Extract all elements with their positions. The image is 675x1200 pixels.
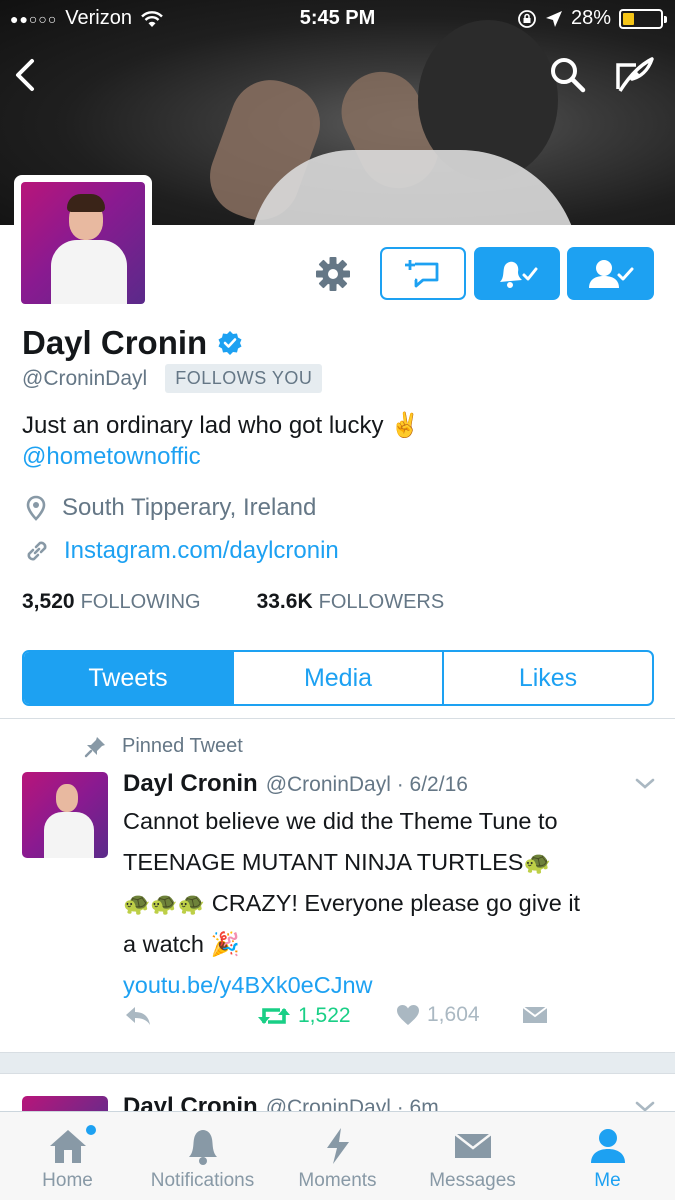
search-icon bbox=[551, 58, 586, 93]
message-plus-icon bbox=[405, 259, 439, 287]
chevron-down-icon bbox=[635, 778, 655, 789]
tweet-line: Cannot believe we did the Theme Tune to bbox=[123, 808, 558, 834]
tweet-line-text: CRAZY! Everyone please go give it bbox=[211, 890, 581, 916]
heart-icon bbox=[397, 1005, 419, 1025]
envelope-icon bbox=[522, 1006, 548, 1023]
profile-handle: @CroninDayl bbox=[22, 366, 148, 390]
pinned-label-text: Pinned Tweet bbox=[122, 735, 243, 757]
tabbar-notifications-label: Notifications bbox=[150, 1170, 255, 1191]
direct-message-button[interactable] bbox=[380, 247, 466, 300]
profile-bio: Just an ordinary lad who got lucky ✌️ @h… bbox=[22, 410, 420, 472]
search-button[interactable] bbox=[548, 55, 588, 95]
tabbar-messages-label: Messages bbox=[429, 1170, 516, 1191]
battery-icon bbox=[619, 8, 667, 29]
turtle-emoji: 🐢🐢🐢 bbox=[123, 891, 206, 916]
tweet-options-button[interactable] bbox=[634, 776, 656, 792]
following-count: 3,520 bbox=[22, 590, 75, 613]
tweet-line-text: a watch bbox=[123, 931, 204, 957]
verified-badge-icon bbox=[218, 331, 242, 355]
new-tweets-dot bbox=[86, 1125, 96, 1135]
bottom-tab-bar: Home Notifications Moments Messages Me bbox=[0, 1111, 675, 1200]
tweet-line: 🐢🐢🐢 CRAZY! Everyone please go give it bbox=[123, 883, 658, 924]
tab-likes[interactable]: Likes bbox=[442, 652, 652, 704]
reply-button[interactable] bbox=[123, 1003, 153, 1029]
compose-tweet-button[interactable] bbox=[612, 55, 656, 95]
turtle-emoji: 🐢 bbox=[523, 850, 551, 875]
tweet-header: Dayl Cronin @CroninDayl · 6/2/16 bbox=[123, 770, 468, 798]
bell-check-icon bbox=[500, 261, 538, 288]
profile-location: South Tipperary, Ireland bbox=[24, 494, 316, 522]
tweet-link[interactable]: youtu.be/y4BXk0eCJnw bbox=[123, 965, 658, 1006]
profile-website[interactable]: Instagram.com/daylcronin bbox=[24, 537, 339, 565]
location-pin-icon bbox=[26, 495, 46, 521]
bio-mention-link[interactable]: @hometownoffic bbox=[22, 441, 420, 472]
like-count: 1,604 bbox=[427, 1003, 480, 1026]
tab-tweets[interactable]: Tweets bbox=[24, 652, 232, 704]
tabbar-messages[interactable]: Messages bbox=[405, 1112, 540, 1200]
followers-label: FOLLOWERS bbox=[318, 591, 445, 613]
profile-name: Dayl Cronin bbox=[22, 324, 208, 361]
retweet-icon bbox=[258, 1008, 290, 1024]
envelope-icon bbox=[453, 1133, 492, 1158]
tabbar-me-label: Me bbox=[594, 1170, 621, 1191]
gear-icon bbox=[316, 257, 350, 291]
person-icon bbox=[590, 1129, 625, 1163]
back-button[interactable] bbox=[10, 55, 46, 95]
location-arrow-icon bbox=[545, 10, 562, 27]
tweet-actions: 1,522 1,604 bbox=[123, 1003, 553, 1035]
like-button[interactable]: 1,604 bbox=[395, 1003, 480, 1027]
tweet-author-name[interactable]: Dayl Cronin bbox=[123, 770, 258, 798]
followers-stat[interactable]: 33.6K FOLLOWERS bbox=[257, 590, 445, 614]
pin-icon bbox=[84, 736, 105, 757]
tweet-text: Cannot believe we did the Theme Tune to … bbox=[123, 801, 658, 1006]
location-text: South Tipperary, Ireland bbox=[62, 494, 317, 521]
profile-tabs: Tweets Media Likes bbox=[22, 650, 654, 706]
reply-icon bbox=[126, 1007, 150, 1025]
tab-media[interactable]: Media bbox=[232, 652, 442, 704]
profile-name-row: Dayl Cronin bbox=[22, 324, 243, 362]
chevron-left-icon bbox=[16, 59, 34, 91]
following-stat[interactable]: 3,520 FOLLOWING bbox=[22, 590, 201, 614]
party-emoji: 🎉 bbox=[210, 931, 240, 957]
divider bbox=[0, 718, 675, 719]
tabbar-me[interactable]: Me bbox=[540, 1112, 675, 1200]
notifications-on-button[interactable] bbox=[474, 247, 560, 300]
tabbar-notifications[interactable]: Notifications bbox=[135, 1112, 270, 1200]
home-icon bbox=[49, 1130, 86, 1163]
pinned-tweet-label: Pinned Tweet bbox=[84, 735, 243, 758]
bell-icon bbox=[188, 1130, 217, 1165]
battery-percent: 28% bbox=[570, 7, 611, 29]
profile-stats: 3,520 FOLLOWING 33.6K FOLLOWERS bbox=[22, 590, 444, 614]
bio-text: Just an ordinary lad who got lucky ✌️ bbox=[22, 412, 421, 439]
status-bar: ●●○○○ Verizon 5:45 PM 28% bbox=[0, 0, 675, 38]
tweet-avatar[interactable] bbox=[22, 772, 108, 858]
tweet-line: TEENAGE MUTANT NINJA TURTLES🐢 bbox=[123, 842, 658, 883]
tabbar-home-label: Home bbox=[42, 1170, 93, 1191]
user-check-icon bbox=[588, 259, 633, 288]
website-link[interactable]: Instagram.com/daylcronin bbox=[64, 537, 339, 565]
settings-button[interactable] bbox=[312, 253, 354, 295]
tweet-meta: @CroninDayl · 6/2/16 bbox=[265, 773, 468, 796]
retweet-button[interactable]: 1,522 bbox=[256, 1003, 351, 1029]
tabbar-home[interactable]: Home bbox=[0, 1112, 135, 1200]
tweet-line: a watch 🎉 bbox=[123, 924, 658, 965]
profile-avatar[interactable] bbox=[14, 175, 152, 311]
profile-handle-row: @CroninDayl FOLLOWS YOU bbox=[22, 364, 323, 393]
tabbar-moments-label: Moments bbox=[298, 1170, 377, 1191]
tweet-line-text: TEENAGE MUTANT NINJA TURTLES bbox=[123, 849, 524, 875]
following-button[interactable] bbox=[567, 247, 654, 300]
tabbar-moments[interactable]: Moments bbox=[270, 1112, 405, 1200]
follows-you-badge: FOLLOWS YOU bbox=[165, 364, 323, 393]
lightning-icon bbox=[326, 1128, 349, 1164]
following-label: FOLLOWING bbox=[80, 591, 201, 613]
tweet-separator bbox=[0, 1052, 675, 1074]
compose-quill-icon bbox=[616, 57, 654, 92]
followers-count: 33.6K bbox=[256, 590, 313, 613]
rotation-lock-icon bbox=[518, 9, 536, 28]
link-icon bbox=[27, 541, 47, 561]
retweet-count: 1,522 bbox=[298, 1004, 351, 1027]
share-dm-button[interactable] bbox=[521, 1003, 549, 1027]
